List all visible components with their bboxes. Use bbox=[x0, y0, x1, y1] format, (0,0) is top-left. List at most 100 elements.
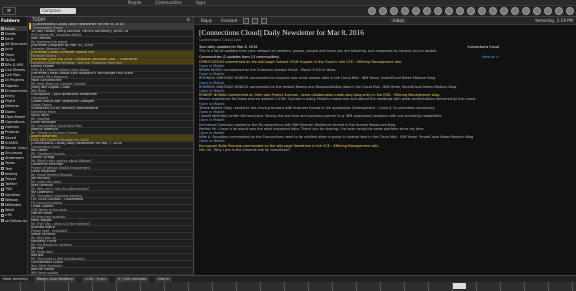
list-item[interactable]: Lauren Gregg Re: What's your opinion abou… bbox=[29, 156, 193, 163]
list-item[interactable]: [IBM] IBM Digital Clubs IBM Team bbox=[29, 86, 193, 93]
tool-icon[interactable] bbox=[243, 17, 250, 24]
sidebar-item[interactable]: BPs & APS bbox=[0, 62, 27, 67]
list-item[interactable]: [Connections Cloud] Daily Newsletter for… bbox=[29, 142, 193, 149]
tool-icon[interactable] bbox=[252, 17, 259, 24]
list-item[interactable]: Scheduled On-Air Monthly Maintenance Same… bbox=[29, 107, 193, 114]
tool-icon[interactable] bbox=[261, 17, 268, 24]
list-item[interactable]: [Connections Cloud] Daily Newsletter for… bbox=[29, 23, 193, 30]
calendar-timeline[interactable] bbox=[0, 282, 576, 291]
folder-icon bbox=[1, 47, 4, 51]
sidebar-item-label: Trash bbox=[5, 52, 15, 57]
sidebar-item-label: Notes bbox=[5, 109, 16, 114]
list-item[interactable]: [Forrester] Register by Mar 31, 2016 Forr… bbox=[29, 44, 193, 51]
menu-button[interactable]: ≡ bbox=[2, 7, 16, 15]
sidebar-item[interactable]: Di Projects bbox=[0, 78, 27, 83]
list-item[interactable]: Checkpoint - your questions answered! Che… bbox=[29, 93, 193, 100]
avatar[interactable] bbox=[445, 7, 453, 15]
list-item[interactable]: Vicky Wills RE: vacation bbox=[29, 114, 193, 121]
list-item[interactable]: Dave Holzman Re: Email Meeting Request bbox=[29, 170, 193, 177]
view-all-link[interactable]: View all > bbox=[482, 55, 499, 59]
avatar[interactable] bbox=[379, 7, 387, 15]
timeline-tick bbox=[356, 282, 357, 291]
list-item[interactable]: Steve Finnerty Re: NDA sign up bbox=[29, 233, 193, 240]
avatar[interactable] bbox=[368, 7, 376, 15]
folder-icon bbox=[1, 94, 4, 98]
sidebar-item-label: Sicurezza bbox=[5, 151, 23, 156]
list-item[interactable]: Alex Lorenzo RE: Why can't I see the atta… bbox=[29, 184, 193, 191]
list-item[interactable]: Global Status Bar Sequence Changes Global… bbox=[29, 100, 193, 107]
sidebar-item[interactable]: zz-Follow-Up bbox=[0, 218, 27, 223]
list-item[interactable]: To: Van Holzer, Joerg Kaczaro, Patrick A… bbox=[29, 30, 193, 37]
avatar[interactable] bbox=[412, 7, 420, 15]
sidebar-item[interactable]: Operations bbox=[0, 119, 27, 124]
timeline-tick bbox=[500, 282, 501, 291]
sidebar-item-label: Vacation bbox=[5, 192, 21, 197]
list-item[interactable]: Danny Faubel [FW] ALC: Project Hollers Op… bbox=[29, 65, 193, 72]
list-item[interactable]: Alan Parnell Re: business trip report bbox=[29, 37, 193, 44]
avatar[interactable] bbox=[522, 7, 530, 15]
list-item[interactable]: FD: 2016 Outlook - OnDemand FD Communicat… bbox=[29, 198, 193, 205]
list-item[interactable]: Adam Newman FWD: IBM Content Manager on C… bbox=[29, 135, 193, 142]
list-item[interactable]: Patrick Reno Q4 financials question bbox=[29, 212, 193, 219]
list-item[interactable]: Joanne Roebuck Re: Tickets to Olympic Gam… bbox=[29, 128, 193, 135]
avatar[interactable] bbox=[566, 7, 574, 15]
sidebar-item[interactable]: Server Group bbox=[0, 145, 27, 150]
avatar[interactable] bbox=[467, 7, 475, 15]
folder-icon bbox=[1, 177, 4, 181]
avatar[interactable] bbox=[544, 7, 552, 15]
avatar[interactable] bbox=[401, 7, 409, 15]
sidebar-item-label: Digests bbox=[5, 83, 19, 88]
list-item[interactable]: Joe Murphy Re: lunch this week bbox=[29, 177, 193, 184]
avatar[interactable] bbox=[423, 7, 431, 15]
folder-icon bbox=[1, 219, 4, 223]
list-item[interactable]: [Forrester] Join the 2016 'Customer Sele… bbox=[29, 58, 193, 65]
folder-icon bbox=[1, 115, 4, 119]
meeting-label: Most meeting bbox=[3, 277, 28, 281]
avatar[interactable] bbox=[500, 7, 508, 15]
list-item[interactable]: Jim Roy RE: Slide deck bbox=[29, 247, 193, 254]
sidebar-item-label: OpenPower bbox=[5, 114, 26, 119]
list-item[interactable]: Connections Cloud Your Daily Summary bbox=[29, 261, 193, 268]
list-item[interactable]: Bonnie Mahar IBM Verse update bbox=[29, 268, 193, 275]
list-item[interactable]: Ian Diamond RE: Thursday's planning meeti… bbox=[29, 191, 193, 198]
timeline-tick bbox=[236, 282, 237, 291]
meeting-title[interactable]: Weigh Care Meeting bbox=[33, 276, 76, 282]
sidebar-item[interactable]: All Documents bbox=[0, 42, 27, 47]
update-entry: Mike A. Saunders commented on the Connec… bbox=[199, 135, 475, 140]
list-item[interactable]: Ian Deem RE: Transform Sounds bbox=[29, 149, 193, 156]
sidebar-item[interactable]: Stateroom bbox=[0, 156, 27, 161]
avatar[interactable] bbox=[390, 7, 398, 15]
list-item[interactable]: Mark Schumacher RE: Next Steps for Conten… bbox=[29, 79, 193, 86]
compose-button[interactable]: Compose bbox=[40, 8, 76, 14]
list-item[interactable]: Dave Reudiger Re: Connections Cloud Daily… bbox=[29, 121, 193, 128]
list-item[interactable]: Catherine Krumme Project of Watson Digita… bbox=[29, 163, 193, 170]
dial-in-button[interactable]: Dial in bbox=[155, 276, 173, 282]
sidebar-item[interactable]: OpenPower bbox=[0, 114, 27, 119]
folder-label[interactable]: Inbox bbox=[390, 18, 408, 23]
list-item[interactable]: Nat Bar RE: This week in IBM Collaboratio… bbox=[29, 254, 193, 261]
list-item[interactable]: Kimberly Hurst RE: Pre-Reads for meeting bbox=[29, 240, 193, 247]
folder-icon bbox=[1, 37, 4, 41]
list-view-icon[interactable]: ☰ bbox=[186, 17, 190, 23]
list-item[interactable]: [Forrester] Read Forrester Mobile Fair Fo… bbox=[29, 51, 193, 58]
avatar[interactable] bbox=[511, 7, 519, 15]
avatar[interactable] bbox=[555, 7, 563, 15]
sidebar-item[interactable]: Call Sheets bbox=[0, 68, 27, 73]
forward-button[interactable]: Forward bbox=[218, 18, 240, 23]
avatar[interactable] bbox=[434, 7, 442, 15]
list-item[interactable]: Linda Oyama [OB] Notes of the week bbox=[29, 205, 193, 212]
timeline-current-slot[interactable] bbox=[452, 283, 466, 289]
avatar[interactable] bbox=[533, 7, 541, 15]
timeline-tick bbox=[188, 282, 189, 291]
reply-button[interactable]: Reply bbox=[198, 18, 215, 23]
sidebar-item[interactable]: Enhancements bbox=[0, 88, 27, 93]
avatar[interactable] bbox=[489, 7, 497, 15]
sidebar-item-label: Inbox bbox=[5, 26, 15, 31]
avatar[interactable] bbox=[478, 7, 486, 15]
timeline-tick bbox=[284, 282, 285, 291]
list-item[interactable]: [Forrester] Read about Alan Rosbach's Te… bbox=[29, 72, 193, 79]
avatar[interactable] bbox=[456, 7, 464, 15]
list-item[interactable]: Mark Weigel Re: [Fw] Tips - what is in th… bbox=[29, 219, 193, 226]
sidebar-item-label: Flight bbox=[5, 99, 16, 104]
list-item[interactable]: Rhonda Marra Please read - Important bbox=[29, 226, 193, 233]
